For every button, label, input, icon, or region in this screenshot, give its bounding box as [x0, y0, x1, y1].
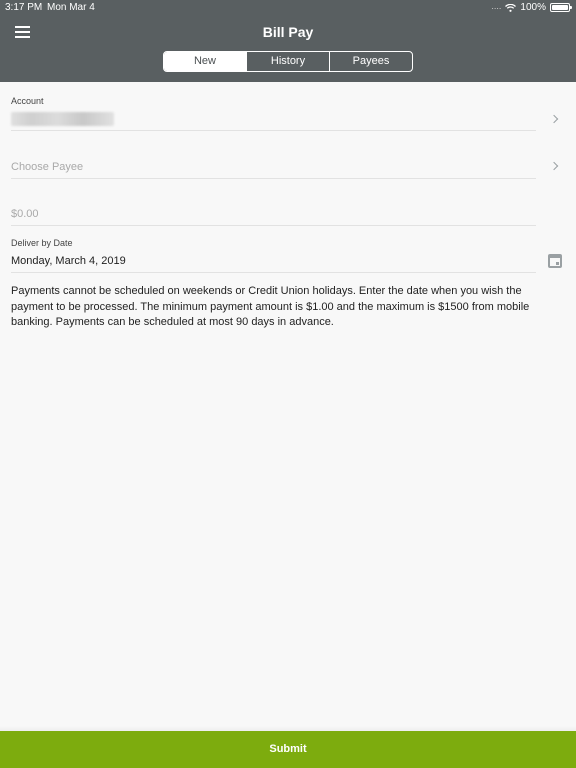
payment-info-text: Payments cannot be scheduled on weekends…	[11, 285, 530, 328]
tab-payees[interactable]: Payees	[329, 52, 412, 71]
deliver-by-date-label: Deliver by Date	[11, 238, 73, 248]
status-time: 3:17 PM	[5, 2, 43, 13]
payee-placeholder: Choose Payee	[11, 161, 84, 173]
status-date: Mon Mar 4	[47, 2, 95, 13]
wifi-icon	[505, 3, 517, 12]
account-value-obscured	[11, 112, 114, 126]
page-title: Bill Pay	[262, 24, 314, 40]
submit-button[interactable]: Submit	[0, 731, 576, 768]
status-bar: 3:17 PM Mon Mar 4 .... 100%	[0, 0, 576, 16]
calendar-icon[interactable]	[548, 254, 562, 268]
account-label: Account	[11, 96, 44, 106]
status-indicators: .... 100%	[491, 0, 572, 13]
account-chevron-icon[interactable]	[549, 114, 559, 124]
segmented-tabs: New History Payees	[163, 51, 413, 72]
header-bar: 3:17 PM Mon Mar 4 .... 100% Bill Pay New…	[0, 0, 576, 82]
payee-field[interactable]: Choose Payee	[11, 155, 536, 179]
account-field[interactable]: Account	[11, 95, 536, 131]
battery-icon	[550, 3, 572, 12]
payee-chevron-icon[interactable]	[549, 161, 559, 171]
tab-new[interactable]: New	[164, 52, 246, 71]
deliver-by-date-value: Monday, March 4, 2019	[11, 255, 126, 267]
bill-pay-screen: 3:17 PM Mon Mar 4 .... 100% Bill Pay New…	[0, 0, 576, 768]
amount-placeholder: $0.00	[11, 208, 39, 220]
deliver-by-date-field[interactable]: Deliver by Date Monday, March 4, 2019	[11, 237, 536, 273]
tab-history[interactable]: History	[246, 52, 329, 71]
signal-icon: ....	[491, 0, 502, 11]
amount-field[interactable]: $0.00	[11, 202, 536, 226]
battery-percent: 100%	[520, 2, 546, 13]
